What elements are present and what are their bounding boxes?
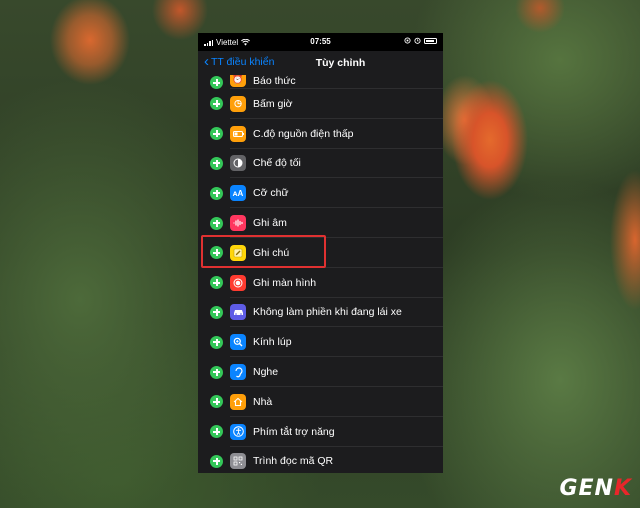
car-icon xyxy=(230,304,246,321)
status-bar: Viettel 07:55 xyxy=(198,33,443,51)
magnifier-icon xyxy=(230,334,246,351)
list-item: ⏰ Báo thức xyxy=(198,75,443,89)
list-item: Ghi chú xyxy=(198,237,443,268)
add-control-button[interactable] xyxy=(210,395,223,409)
add-control-button[interactable] xyxy=(210,156,223,170)
list-item: Phím tắt trợ năng xyxy=(198,416,443,447)
item-label: C.độ nguồn điện thấp xyxy=(253,127,354,140)
navigation-bar: ‹ TT điều khiển Tùy chỉnh xyxy=(198,51,443,75)
logo-part-2: K xyxy=(613,476,632,501)
item-label: Nhà xyxy=(253,395,273,408)
item-label: Ghi chú xyxy=(253,246,290,259)
add-control-button[interactable] xyxy=(210,454,223,468)
item-label: Chế độ tối xyxy=(253,157,301,170)
text-size-icon: ᴀA xyxy=(230,185,246,202)
add-control-button[interactable] xyxy=(210,305,223,319)
list-item: Nghe xyxy=(198,357,443,387)
logo-part-1: GEN xyxy=(559,476,614,501)
qr-code-icon xyxy=(230,453,246,470)
orientation-lock-icon xyxy=(404,37,411,44)
add-control-button[interactable] xyxy=(210,97,223,111)
item-label: Kính lúp xyxy=(253,336,292,349)
add-control-button[interactable] xyxy=(210,216,223,230)
add-control-button[interactable] xyxy=(210,276,223,290)
list-item: Trình đọc mã QR xyxy=(198,446,443,473)
list-item: Chế độ tối xyxy=(198,148,443,179)
item-label: Phím tắt trợ năng xyxy=(253,425,335,438)
screen-record-icon xyxy=(230,274,246,291)
add-control-button[interactable] xyxy=(210,76,223,89)
item-label: Nghe xyxy=(253,366,279,379)
add-control-button[interactable] xyxy=(210,365,223,379)
item-label: Cỡ chữ xyxy=(253,187,289,200)
stopwatch-icon: ◷ xyxy=(230,95,246,112)
accessibility-icon xyxy=(230,423,246,440)
notes-icon xyxy=(230,244,246,261)
dark-mode-icon xyxy=(230,155,246,172)
add-control-button[interactable] xyxy=(210,425,223,439)
phone-screen: Viettel 07:55 ‹ TT điều khiển Tùy chỉnh … xyxy=(198,33,443,473)
add-control-button[interactable] xyxy=(210,335,223,349)
list-item: Kính lúp xyxy=(198,327,443,358)
item-label: Bấm giờ xyxy=(253,97,293,110)
add-control-button[interactable] xyxy=(210,186,223,200)
alarm-status-icon xyxy=(414,37,421,44)
home-icon xyxy=(230,393,246,410)
add-control-button[interactable] xyxy=(210,246,223,260)
genk-logo: GENK xyxy=(559,476,632,501)
page-title: Tùy chỉnh xyxy=(315,57,366,69)
item-label: Trình đọc mã QR xyxy=(253,455,334,468)
low-power-icon xyxy=(230,125,246,142)
status-right xyxy=(404,37,437,44)
item-label: Báo thức xyxy=(253,75,296,87)
battery-icon xyxy=(424,37,437,44)
list-item: Ghi âm xyxy=(198,208,443,238)
list-item: Ghi màn hình xyxy=(198,267,443,298)
ear-icon xyxy=(230,364,246,381)
list-item: ◷ Bấm giờ xyxy=(198,89,443,119)
list-item: Nhà xyxy=(198,386,443,417)
alarm-icon: ⏰ xyxy=(230,75,246,87)
item-label: Ghi màn hình xyxy=(253,276,317,289)
voice-memo-icon xyxy=(230,215,246,232)
item-label: Không làm phiền khi đang lái xe xyxy=(253,306,402,319)
list-item: Không làm phiền khi đang lái xe xyxy=(198,297,443,328)
add-control-button[interactable] xyxy=(210,127,223,141)
item-label: Ghi âm xyxy=(253,217,287,230)
more-controls-list: ⏰ Báo thức ◷ Bấm giờ C.độ nguồn điện thấ… xyxy=(198,75,443,473)
list-item: C.độ nguồn điện thấp xyxy=(198,118,443,149)
list-item: ᴀA Cỡ chữ xyxy=(198,178,443,209)
